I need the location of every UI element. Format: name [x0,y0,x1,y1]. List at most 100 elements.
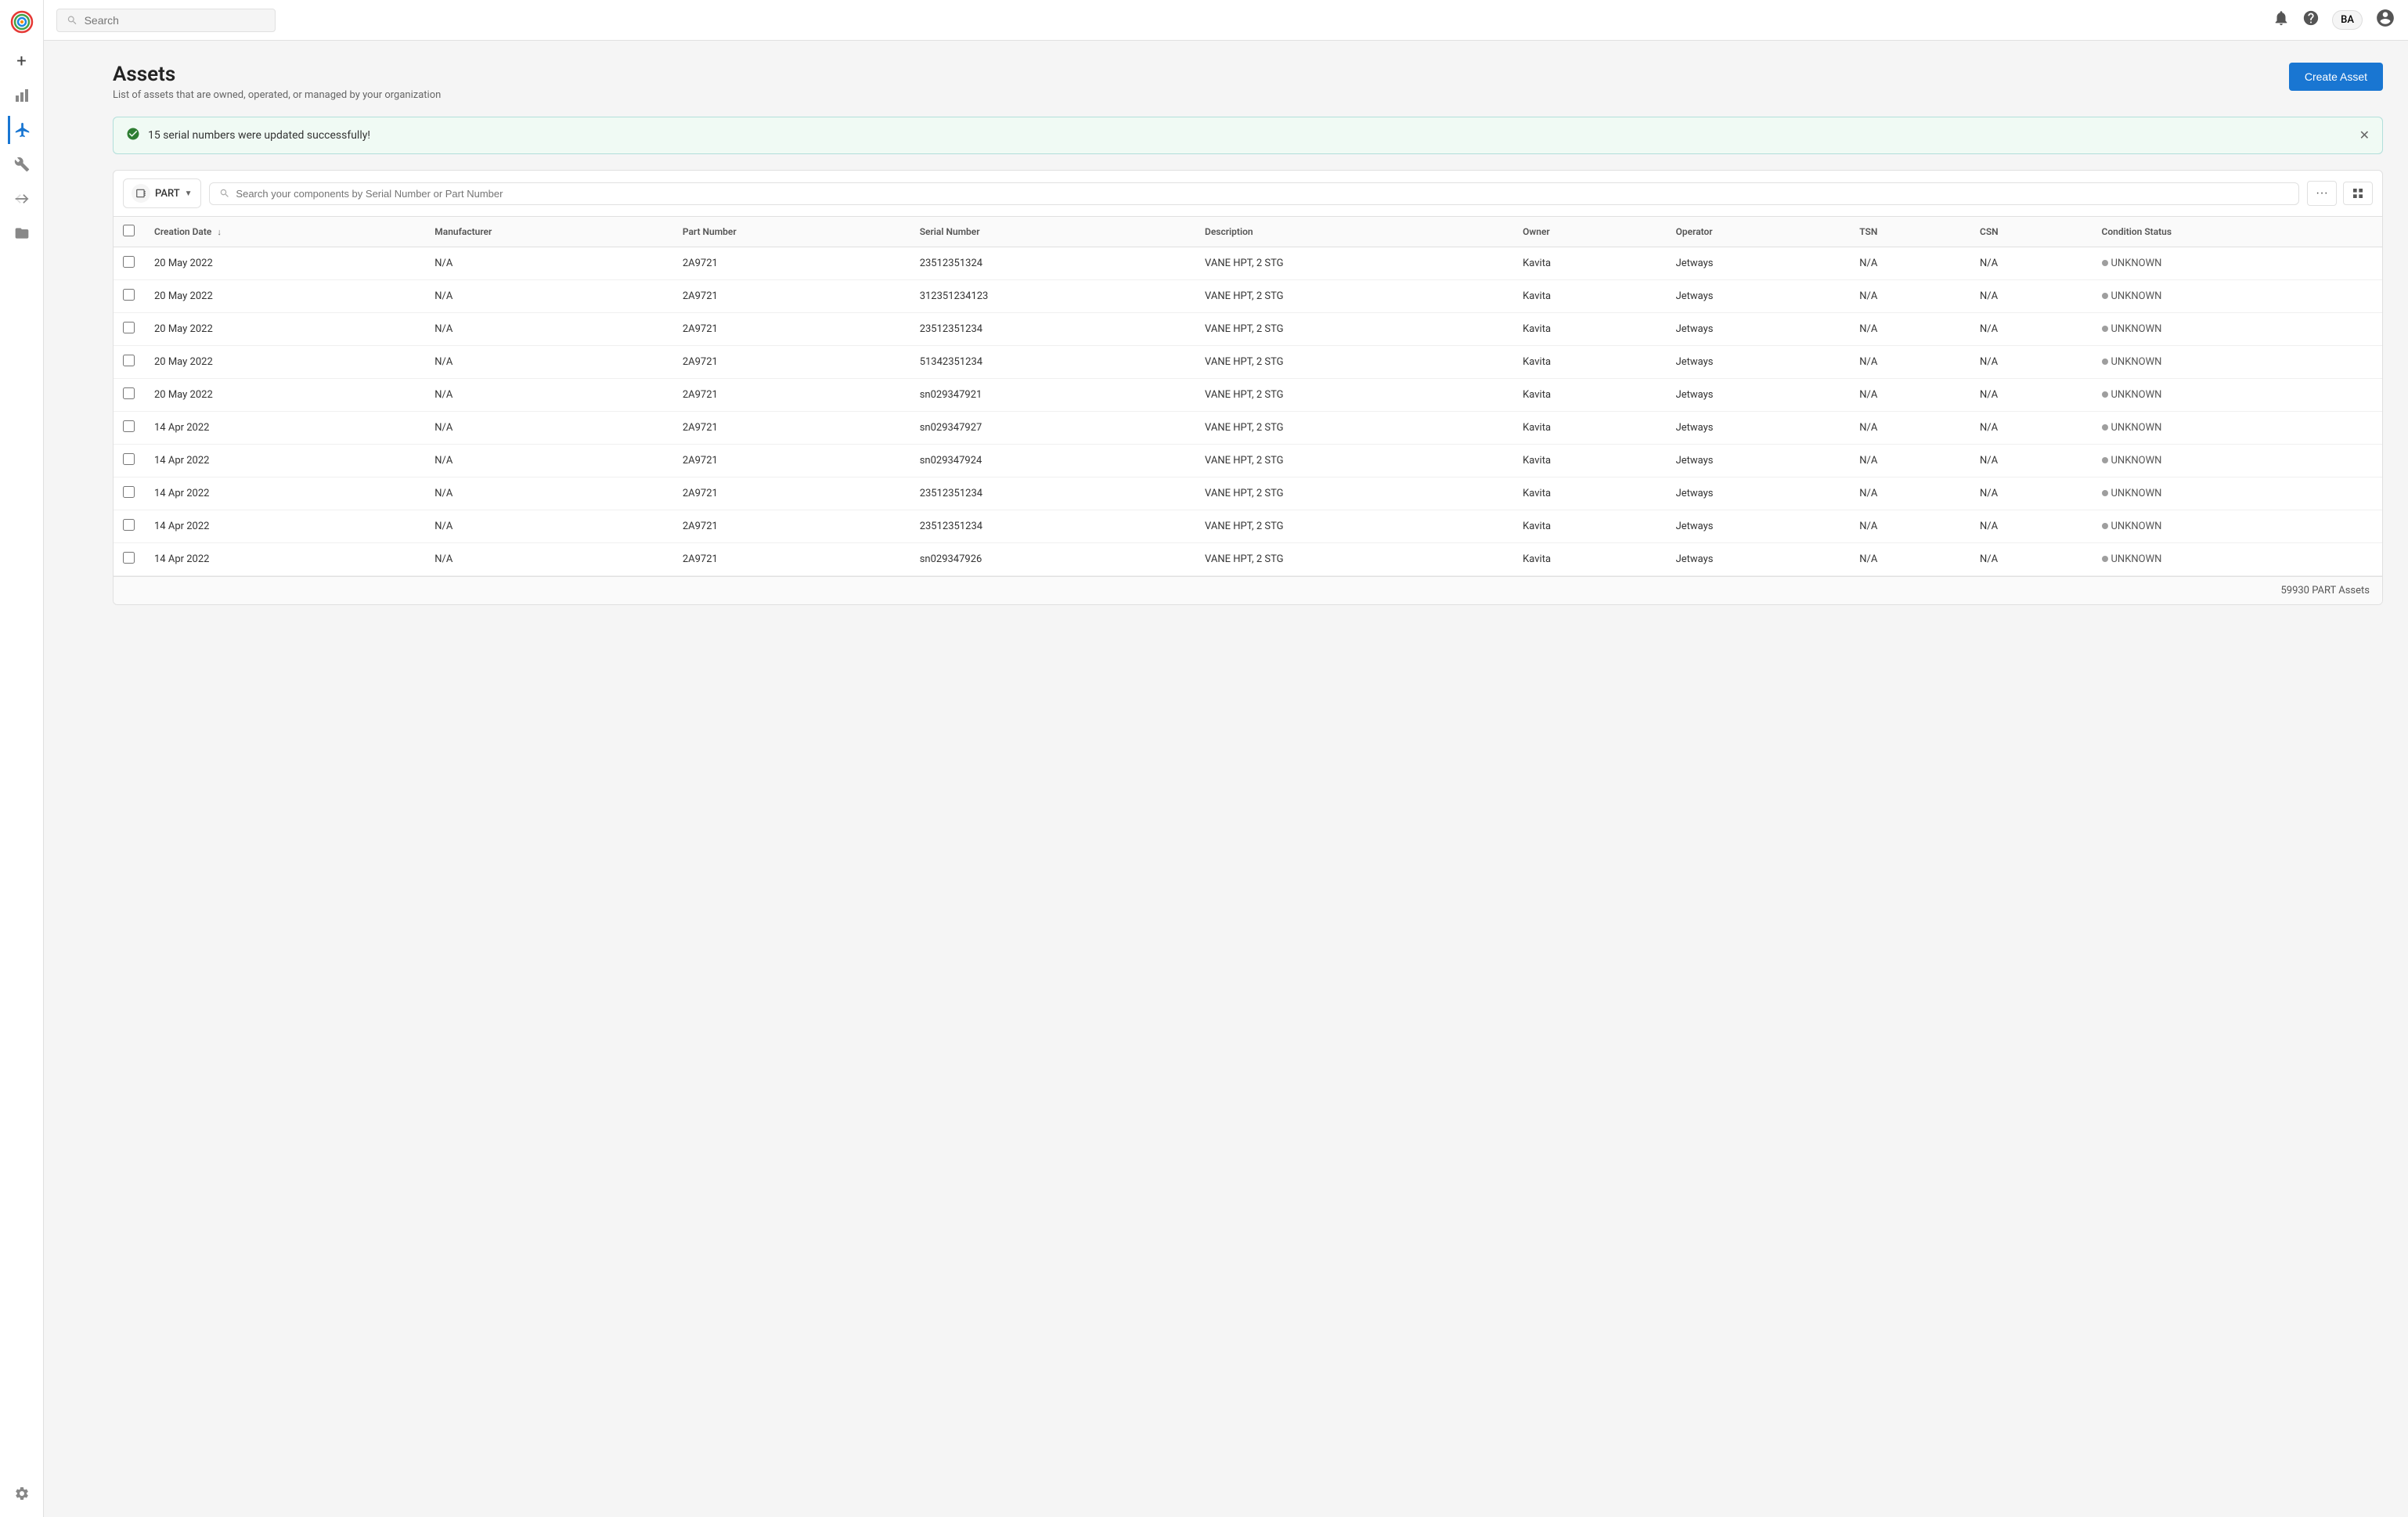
asset-type-selector[interactable]: PART ▼ [123,178,201,208]
col-creation-date[interactable]: Creation Date ↓ [145,217,425,247]
table-row[interactable]: 14 Apr 2022 N/A 2A9721 23512351234 VANE … [114,510,2382,543]
table-row[interactable]: 14 Apr 2022 N/A 2A9721 sn029347926 VANE … [114,543,2382,576]
cell-serial-number: sn029347921 [910,379,1195,412]
cell-creation-date: 14 Apr 2022 [145,543,425,576]
col-csn[interactable]: CSN [1970,217,2093,247]
table-row[interactable]: 14 Apr 2022 N/A 2A9721 sn029347924 VANE … [114,445,2382,477]
view-toggle-button[interactable] [2343,182,2373,205]
table-search-input[interactable] [236,188,2289,200]
help-icon[interactable] [2302,9,2320,31]
close-banner-button[interactable]: ✕ [2359,128,2370,143]
table-row[interactable]: 14 Apr 2022 N/A 2A9721 sn029347927 VANE … [114,412,2382,445]
col-manufacturer[interactable]: Manufacturer [425,217,673,247]
sidebar-item-files[interactable] [8,219,36,247]
table-toolbar: PART ▼ ··· [114,171,2382,217]
row-checkbox-cell[interactable] [114,543,145,576]
row-checkbox-cell[interactable] [114,313,145,346]
row-checkbox[interactable] [123,519,135,531]
cell-csn: N/A [1970,543,2093,576]
main-content: Assets List of assets that are owned, op… [88,41,2408,1517]
row-checkbox-cell[interactable] [114,510,145,543]
col-serial-number[interactable]: Serial Number [910,217,1195,247]
cell-operator: Jetways [1667,510,1851,543]
table-row[interactable]: 20 May 2022 N/A 2A9721 23512351324 VANE … [114,247,2382,280]
cell-owner: Kavita [1513,280,1666,313]
search-input[interactable] [85,14,265,27]
row-checkbox[interactable] [123,420,135,432]
row-checkbox[interactable] [123,453,135,465]
cell-creation-date: 20 May 2022 [145,379,425,412]
cell-operator: Jetways [1667,445,1851,477]
table-search-icon [219,188,230,199]
cell-part-number: 2A9721 [673,346,910,379]
cell-tsn: N/A [1850,412,1970,445]
col-owner[interactable]: Owner [1513,217,1666,247]
cell-tsn: N/A [1850,510,1970,543]
sidebar-item-flights[interactable] [8,116,36,144]
search-box[interactable] [56,9,276,32]
page-title: Assets [113,63,441,86]
user-avatar-icon[interactable] [2375,8,2395,32]
select-all-header[interactable] [114,217,145,247]
success-message: 15 serial numbers were updated successfu… [148,129,2352,142]
table-row[interactable]: 20 May 2022 N/A 2A9721 312351234123 VANE… [114,280,2382,313]
cell-description: VANE HPT, 2 STG [1195,280,1513,313]
sidebar-item-add[interactable]: + [8,47,36,75]
table-row[interactable]: 20 May 2022 N/A 2A9721 51342351234 VANE … [114,346,2382,379]
row-checkbox-cell[interactable] [114,280,145,313]
select-all-checkbox[interactable] [123,225,135,236]
row-checkbox-cell[interactable] [114,346,145,379]
sidebar-item-settings[interactable] [8,1479,36,1508]
col-tsn[interactable]: TSN [1850,217,1970,247]
col-description[interactable]: Description [1195,217,1513,247]
cell-serial-number: 23512351324 [910,247,1195,280]
row-checkbox-cell[interactable] [114,379,145,412]
cell-owner: Kavita [1513,543,1666,576]
row-checkbox[interactable] [123,256,135,268]
cell-manufacturer: N/A [425,280,673,313]
user-badge[interactable]: BA [2332,10,2363,30]
sidebar-item-analytics[interactable] [8,81,36,110]
table-row[interactable]: 20 May 2022 N/A 2A9721 23512351234 VANE … [114,313,2382,346]
cell-description: VANE HPT, 2 STG [1195,445,1513,477]
row-checkbox[interactable] [123,552,135,564]
row-checkbox[interactable] [123,289,135,301]
cell-condition-status: UNKNOWN [2093,543,2383,576]
row-checkbox-cell[interactable] [114,445,145,477]
row-checkbox[interactable] [123,486,135,498]
col-condition-status[interactable]: Condition Status [2093,217,2383,247]
cell-description: VANE HPT, 2 STG [1195,543,1513,576]
sidebar-item-tools[interactable] [8,150,36,178]
more-options-button[interactable]: ··· [2307,181,2337,206]
col-part-number[interactable]: Part Number [673,217,910,247]
row-checkbox[interactable] [123,387,135,399]
asset-type-icon [132,184,150,203]
cell-condition-status: UNKNOWN [2093,445,2383,477]
cell-owner: Kavita [1513,346,1666,379]
cell-owner: Kavita [1513,445,1666,477]
success-banner: 15 serial numbers were updated successfu… [113,117,2383,154]
page-title-section: Assets List of assets that are owned, op… [113,63,441,101]
topbar-right: BA [2273,8,2395,32]
cell-manufacturer: N/A [425,313,673,346]
row-checkbox-cell[interactable] [114,412,145,445]
cell-part-number: 2A9721 [673,247,910,280]
row-checkbox[interactable] [123,322,135,333]
col-operator[interactable]: Operator [1667,217,1851,247]
cell-operator: Jetways [1667,412,1851,445]
cell-operator: Jetways [1667,379,1851,412]
row-checkbox-cell[interactable] [114,477,145,510]
sort-desc-icon: ↓ [217,227,222,237]
notifications-icon[interactable] [2273,9,2290,31]
sidebar-item-connections[interactable] [8,185,36,213]
table-footer: 59930 PART Assets [114,576,2382,604]
toolbar-actions: ··· [2307,181,2373,206]
cell-part-number: 2A9721 [673,379,910,412]
table-search-box[interactable] [209,182,2299,205]
table-row[interactable]: 20 May 2022 N/A 2A9721 sn029347921 VANE … [114,379,2382,412]
table-row[interactable]: 14 Apr 2022 N/A 2A9721 23512351234 VANE … [114,477,2382,510]
create-asset-button[interactable]: Create Asset [2289,63,2383,91]
cell-part-number: 2A9721 [673,510,910,543]
row-checkbox[interactable] [123,355,135,366]
row-checkbox-cell[interactable] [114,247,145,280]
